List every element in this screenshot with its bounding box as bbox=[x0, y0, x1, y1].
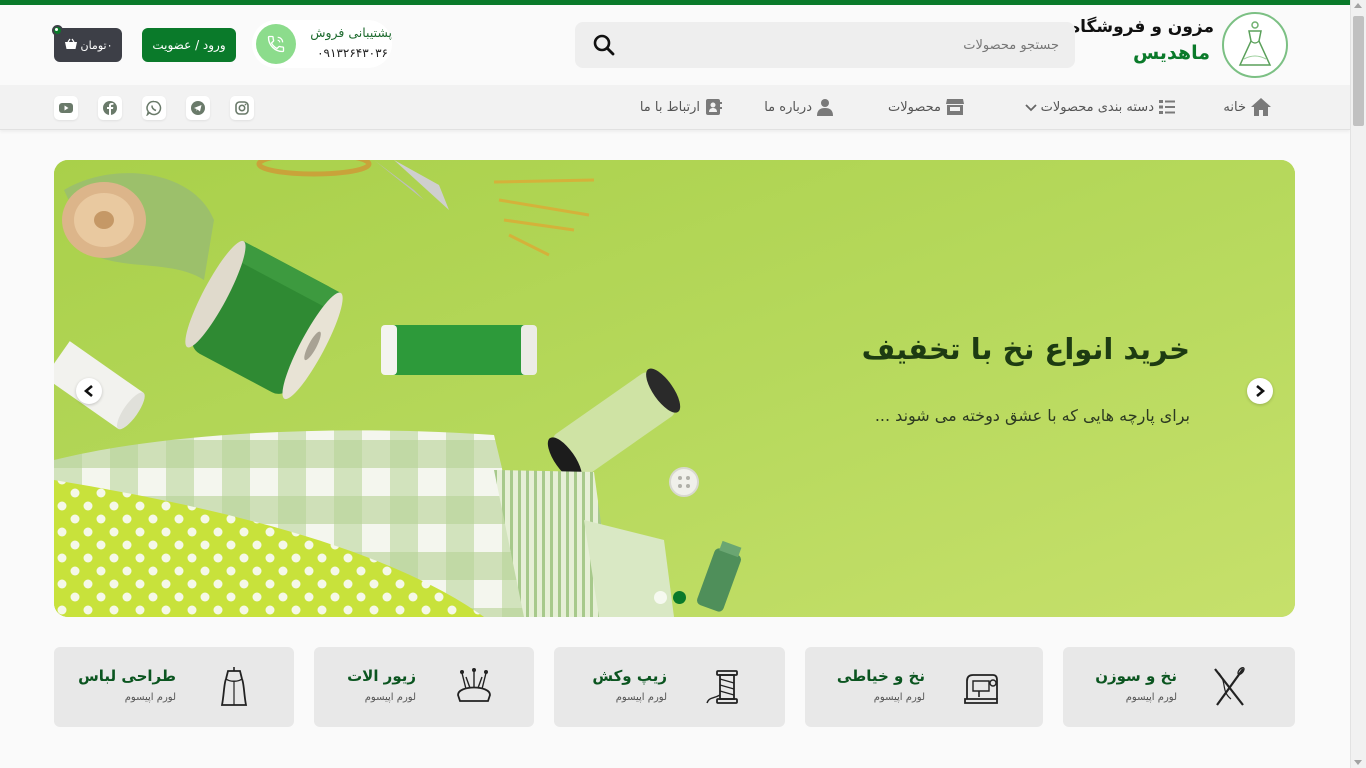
site-header: مزون و فروشگاه ماهدیس پشتیبانی فروش ۰۹۱۳… bbox=[0, 5, 1350, 85]
list-icon bbox=[1159, 100, 1175, 114]
slider-prev-button[interactable] bbox=[76, 378, 102, 404]
facebook-icon[interactable] bbox=[98, 96, 122, 120]
search-input[interactable] bbox=[575, 22, 1075, 68]
search-bar bbox=[575, 22, 1075, 68]
slider-next-button[interactable] bbox=[1247, 378, 1273, 404]
nav-products-label: محصولات bbox=[888, 99, 941, 115]
cart-count-badge bbox=[52, 25, 63, 36]
category-subtitle: لورم اپیسوم bbox=[615, 692, 667, 703]
dress-design-icon bbox=[220, 667, 248, 706]
brand-name[interactable]: مزون و فروشگاه ماهدیس bbox=[1070, 15, 1214, 67]
scroll-down-icon[interactable] bbox=[1354, 760, 1362, 765]
instagram-icon[interactable] bbox=[230, 96, 254, 120]
category-subtitle: لورم اپیسوم bbox=[364, 692, 416, 703]
chevron-left-icon bbox=[83, 385, 93, 397]
user-icon bbox=[817, 99, 833, 116]
category-card-accessories[interactable]: زیور الات لورم اپیسوم bbox=[314, 647, 534, 727]
thread-spool-icon bbox=[706, 670, 738, 704]
nav-contact[interactable]: ارتباط با ما bbox=[640, 95, 722, 119]
basket-icon bbox=[64, 38, 78, 53]
pin-cushion-icon bbox=[457, 668, 491, 702]
page-scrollbar[interactable] bbox=[1350, 0, 1366, 768]
slider-dot-2[interactable] bbox=[654, 591, 667, 604]
main-navigation: خانه دسته بندی محصولات محصولات درباره ما bbox=[0, 85, 1350, 130]
nav-about-label: درباره ما bbox=[764, 99, 812, 115]
nav-products[interactable]: محصولات bbox=[888, 95, 965, 119]
nav-contact-label: ارتباط با ما bbox=[639, 99, 700, 115]
nav-categories-label: دسته بندی محصولات bbox=[1040, 99, 1154, 115]
slide-subtitle: برای پارچه هایی که با عشق دوخته می شوند … bbox=[874, 406, 1190, 425]
category-title: طراحی لباس bbox=[78, 667, 176, 685]
category-card-sewing[interactable]: نخ و خیاطی لورم اپیسوم bbox=[805, 647, 1043, 727]
category-subtitle: لورم اپیسوم bbox=[1125, 692, 1177, 703]
cart-label: ۰تومان bbox=[80, 38, 113, 52]
needle-thread-icon bbox=[1214, 666, 1245, 706]
sewing-machine-icon bbox=[964, 674, 998, 704]
category-card-clothing-design[interactable]: طراحی لباس لورم اپیسوم bbox=[54, 647, 294, 727]
category-title: زیپ وکش bbox=[592, 667, 667, 685]
scrollbar-thumb[interactable] bbox=[1353, 16, 1364, 126]
category-subtitle: لورم اپیسوم bbox=[124, 692, 176, 703]
search-icon[interactable] bbox=[591, 32, 617, 58]
contact-book-icon bbox=[706, 99, 722, 115]
nav-home-label: خانه bbox=[1223, 99, 1246, 115]
phone-icon bbox=[256, 24, 296, 64]
scroll-up-icon[interactable] bbox=[1354, 3, 1362, 8]
brand-line-2: ماهدیس bbox=[1132, 42, 1210, 64]
nav-home[interactable]: خانه bbox=[1223, 95, 1272, 119]
brand-line-1: مزون و فروشگاه bbox=[1070, 17, 1214, 37]
hero-slider: خرید انواع نخ با تخفیف برای پارچه هایی ک… bbox=[54, 160, 1295, 617]
category-subtitle: لورم اپیسوم bbox=[873, 692, 925, 703]
store-logo[interactable] bbox=[1222, 12, 1288, 78]
nav-about[interactable]: درباره ما bbox=[764, 95, 834, 119]
youtube-icon[interactable] bbox=[54, 96, 78, 120]
home-icon bbox=[1251, 98, 1271, 116]
support-title: پشتیبانی فروش bbox=[310, 25, 392, 40]
category-title: نخ و سوزن bbox=[1095, 667, 1177, 685]
sales-support[interactable]: پشتیبانی فروش ۰۹۱۳۲۶۴۳۰۳۶ bbox=[252, 20, 392, 68]
chevron-down-icon bbox=[1024, 104, 1037, 112]
category-title: نخ و خیاطی bbox=[836, 667, 925, 685]
whatsapp-icon[interactable] bbox=[142, 96, 166, 120]
nav-categories[interactable]: دسته بندی محصولات bbox=[1024, 95, 1176, 119]
cart-button[interactable]: ۰تومان bbox=[52, 25, 122, 62]
slider-dots bbox=[654, 591, 686, 604]
telegram-icon[interactable] bbox=[186, 96, 210, 120]
category-title: زیور الات bbox=[347, 667, 416, 685]
slide-title: خرید انواع نخ با تخفیف bbox=[861, 332, 1190, 366]
login-register-button[interactable]: ورود / عضویت bbox=[142, 28, 236, 62]
category-card-needle-thread[interactable]: نخ و سوزن لورم اپیسوم bbox=[1063, 647, 1295, 727]
chevron-right-icon bbox=[1256, 385, 1266, 397]
hero-image bbox=[54, 160, 1295, 617]
slider-dot-1[interactable] bbox=[673, 591, 686, 604]
support-phone: ۰۹۱۳۲۶۴۳۰۳۶ bbox=[317, 46, 388, 60]
category-card-zipper[interactable]: زیپ وکش لورم اپیسوم bbox=[554, 647, 785, 727]
store-icon bbox=[946, 99, 964, 115]
